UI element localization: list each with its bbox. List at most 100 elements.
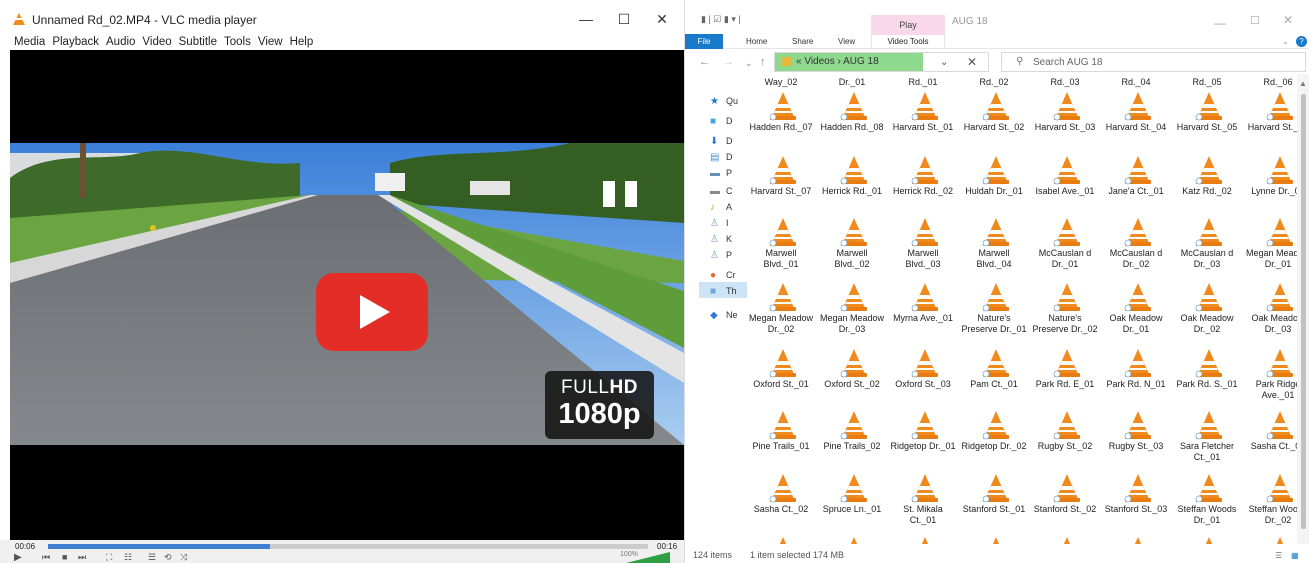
video-file-item[interactable]: McCauslan d Dr._02: [1102, 196, 1170, 269]
video-file-item[interactable]: [1244, 515, 1297, 544]
video-file-item[interactable]: Myrna Ave._01: [889, 261, 957, 333]
ribbon-expand-icon[interactable]: ⌄: [1282, 37, 1289, 46]
video-file-item[interactable]: Sasha Ct._01: [1244, 389, 1297, 461]
nav-item[interactable]: ♙ P: [685, 248, 745, 264]
extended-settings-icon[interactable]: ☷: [124, 552, 132, 563]
clear-address-icon[interactable]: ✕: [967, 55, 977, 69]
video-file-item[interactable]: Marwell Blvd._03: [889, 196, 957, 269]
address-dropdown-icon[interactable]: ⌄: [940, 57, 948, 68]
video-file-item[interactable]: Rugby St._02: [1031, 389, 1099, 461]
menu-media[interactable]: Media: [14, 36, 45, 48]
video-file-item[interactable]: Spruce Ln._01: [818, 452, 886, 524]
back-icon[interactable]: ←: [699, 56, 710, 68]
close-button[interactable]: ✕: [652, 10, 672, 28]
stop-icon[interactable]: ■: [62, 552, 67, 562]
video-file-item[interactable]: Sasha Ct._02: [747, 452, 815, 524]
nav-item[interactable]: ★ Qu: [685, 94, 745, 110]
nav-item[interactable]: ▬ C: [685, 184, 745, 200]
seek-bar[interactable]: [48, 544, 648, 549]
tab-share[interactable]: Share: [792, 37, 813, 46]
menu-help[interactable]: Help: [290, 36, 314, 48]
nav-item[interactable]: ⬇ D: [685, 134, 745, 150]
maximize-button[interactable]: ☐: [614, 10, 634, 28]
video-area[interactable]: FULLHD 1080p: [10, 50, 684, 540]
nav-item[interactable]: ♪ A: [685, 200, 745, 216]
help-icon[interactable]: ?: [1296, 36, 1307, 47]
video-file-item[interactable]: McCauslan d Dr._01: [1031, 196, 1099, 269]
search-box[interactable]: ⚲ Search AUG 18: [1001, 52, 1306, 72]
tab-view[interactable]: View: [838, 37, 855, 46]
video-file-item[interactable]: Harvard St._01: [889, 74, 957, 142]
video-file-item[interactable]: Pine Trails_02: [818, 389, 886, 461]
video-file-item[interactable]: Steffan Woods Dr._01: [1173, 452, 1241, 525]
video-file-item[interactable]: Megan Meadow Dr._03: [818, 261, 886, 334]
nav-item[interactable]: ◆ Ne: [685, 308, 745, 324]
menu-audio[interactable]: Audio: [106, 36, 135, 48]
nav-item[interactable]: ■ D: [685, 114, 745, 130]
video-file-item[interactable]: [818, 515, 886, 544]
video-file-item[interactable]: [1102, 515, 1170, 544]
video-file-item[interactable]: Harvard St._05: [1173, 74, 1241, 142]
nav-item[interactable]: ● Cr: [685, 268, 745, 284]
video-file-item[interactable]: Oak Meadow Dr._01: [1102, 261, 1170, 334]
video-file-item[interactable]: Sara Fletcher Ct._01: [1173, 389, 1241, 462]
video-file-item[interactable]: Megan Meadow Dr._01: [1244, 196, 1297, 269]
nav-item[interactable]: ▬ P: [685, 166, 745, 182]
menu-view[interactable]: View: [258, 36, 283, 48]
menu-tools[interactable]: Tools: [224, 36, 251, 48]
video-file-item[interactable]: Nature's Preserve Dr._01: [960, 261, 1028, 334]
menu-video[interactable]: Video: [142, 36, 171, 48]
quick-access-toolbar-icon[interactable]: ▮ | ☑ ▮ ▾ |: [701, 14, 741, 25]
video-file-item[interactable]: Oak Meadow Dr._03: [1244, 261, 1297, 334]
video-file-item[interactable]: [1031, 515, 1099, 544]
video-file-item[interactable]: Marwell Blvd._04: [960, 196, 1028, 269]
video-file-item[interactable]: Hadden Rd._08: [818, 74, 886, 142]
volume-slider[interactable]: [626, 552, 670, 563]
tab-home[interactable]: Home: [746, 37, 767, 46]
up-icon[interactable]: ↑: [760, 56, 766, 68]
forward-icon[interactable]: →: [723, 56, 734, 68]
video-file-item[interactable]: Rugby St._03: [1102, 389, 1170, 461]
nav-item[interactable]: ■ Th: [685, 284, 745, 300]
fullscreen-icon[interactable]: ⛶: [106, 552, 112, 563]
video-file-item[interactable]: McCauslan d Dr._03: [1173, 196, 1241, 269]
video-file-item[interactable]: Harvard St._02: [960, 74, 1028, 142]
address-bar[interactable]: « Videos › AUG 18 ⌄ ✕: [774, 52, 989, 72]
video-file-item[interactable]: Oak Meadow Dr._02: [1173, 261, 1241, 334]
video-file-item[interactable]: [1173, 515, 1241, 544]
large-icons-view-icon[interactable]: ▦: [1291, 551, 1299, 560]
video-file-item[interactable]: Megan Meadow Dr._02: [747, 261, 815, 334]
nav-item[interactable]: ♙ K: [685, 232, 745, 248]
next-icon[interactable]: ⏭: [78, 552, 86, 563]
menu-playback[interactable]: Playback: [52, 36, 99, 48]
recent-locations-icon[interactable]: ⌄: [745, 58, 753, 69]
explorer-minimize-button[interactable]: —: [1214, 16, 1226, 30]
video-file-item[interactable]: Stanford St._02: [1031, 452, 1099, 524]
explorer-maximize-button[interactable]: ☐: [1250, 14, 1260, 27]
contextual-tab-play[interactable]: Play: [871, 15, 945, 35]
playlist-icon[interactable]: ☰: [148, 552, 156, 563]
video-file-item[interactable]: Harvard St._03: [1031, 74, 1099, 142]
video-file-item[interactable]: Hadden Rd._07: [747, 74, 815, 142]
vlc-title-bar[interactable]: Unnamed Rd_02.MP4 - VLC media player — ☐…: [0, 0, 684, 36]
explorer-title-bar[interactable]: ▮ | ☑ ▮ ▾ | Play AUG 18 — ☐ ✕: [685, 0, 1309, 35]
video-file-item[interactable]: St. Mikala Ct._01: [889, 452, 957, 525]
video-file-item[interactable]: Stanford St._03: [1102, 452, 1170, 524]
video-file-item[interactable]: Pine Trails_01: [747, 389, 815, 461]
nav-item[interactable]: ♙ I: [685, 216, 745, 232]
tab-file[interactable]: File: [685, 34, 723, 49]
video-file-item[interactable]: Marwell Blvd._02: [818, 196, 886, 269]
details-view-icon[interactable]: ☰: [1275, 551, 1282, 560]
video-file-item[interactable]: [889, 515, 957, 544]
video-file-item[interactable]: Harvard St._04: [1102, 74, 1170, 142]
previous-icon[interactable]: ⏮: [42, 552, 50, 563]
video-file-item[interactable]: [747, 515, 815, 544]
video-file-item[interactable]: Ridgetop Dr._02: [960, 389, 1028, 461]
minimize-button[interactable]: —: [576, 10, 596, 28]
vertical-scrollbar[interactable]: ▲: [1297, 74, 1309, 544]
video-file-item[interactable]: Steffan Woods Dr._02: [1244, 452, 1297, 525]
scroll-up-icon[interactable]: ▲: [1299, 79, 1307, 88]
explorer-close-button[interactable]: ✕: [1283, 13, 1293, 27]
play-button-icon[interactable]: ▶: [14, 552, 22, 563]
scroll-thumb[interactable]: [1301, 94, 1306, 529]
